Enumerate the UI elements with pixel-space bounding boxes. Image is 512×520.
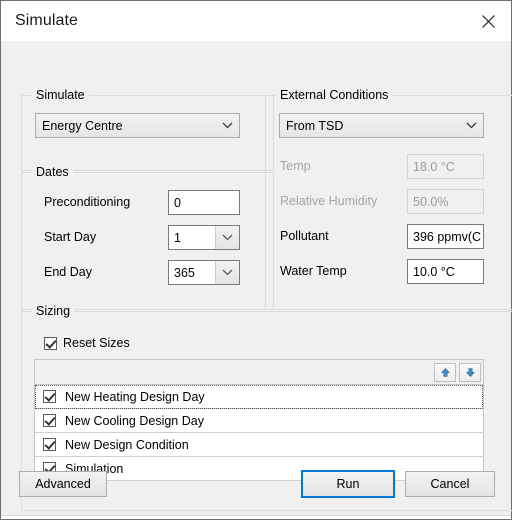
advanced-button[interactable]: Advanced — [19, 471, 107, 497]
list-item[interactable]: New Design Condition — [35, 433, 483, 457]
reset-sizes-checkbox-box — [44, 336, 57, 350]
simulate-target-combo[interactable]: Energy Centre — [35, 113, 240, 138]
relative-humidity-input: 50.0% — [407, 189, 484, 214]
chevron-down-icon — [215, 122, 239, 129]
sizing-group-title: Sizing — [32, 304, 75, 318]
preconditioning-input[interactable]: 0 — [168, 190, 240, 215]
water-temp-label: Water Temp — [280, 264, 347, 278]
start-day-value: 1 — [169, 226, 215, 249]
dialog-footer: Advanced Run Cancel — [1, 457, 511, 519]
pollutant-input[interactable]: 396 ppmv(C — [407, 224, 484, 249]
chevron-down-icon — [459, 122, 483, 129]
cancel-button[interactable]: Cancel — [405, 471, 495, 497]
dates-group: Dates Preconditioning 0 Start Day 1 End … — [21, 165, 274, 311]
simulate-target-value: Energy Centre — [42, 118, 123, 133]
dates-group-title: Dates — [32, 165, 73, 179]
list-item-checkbox[interactable] — [43, 390, 56, 403]
external-source-value: From TSD — [286, 118, 344, 133]
temp-input: 18.0 °C — [407, 154, 484, 179]
simulate-group-title: Simulate — [32, 88, 89, 102]
arrow-up-icon[interactable] — [434, 362, 456, 382]
simulate-group: Simulate Energy Centre — [21, 88, 274, 172]
start-day-combo[interactable]: 1 — [168, 225, 240, 250]
list-item-checkbox[interactable] — [43, 438, 56, 451]
window-title: Simulate — [15, 12, 79, 29]
simulate-dialog: Simulate Simulate Energy Centre Dates Pr… — [0, 0, 512, 520]
arrow-down-icon[interactable] — [459, 362, 481, 382]
window-bottom-edge — [1, 515, 511, 519]
chevron-down-icon[interactable] — [215, 261, 239, 284]
list-item-label: New Design Condition — [65, 437, 189, 452]
end-day-label: End Day — [44, 265, 92, 279]
external-conditions-group: External Conditions From TSD Temp 18.0 °… — [265, 88, 512, 311]
temp-label: Temp — [280, 159, 311, 173]
list-item-label: New Cooling Design Day — [65, 413, 204, 428]
water-temp-input[interactable]: 10.0 °C — [407, 259, 484, 284]
end-day-value: 365 — [169, 261, 215, 284]
title-bar: Simulate — [1, 1, 511, 41]
reset-sizes-label: Reset Sizes — [63, 336, 130, 350]
list-item[interactable]: New Heating Design Day — [35, 385, 483, 409]
list-item-label: New Heating Design Day — [65, 389, 205, 404]
close-icon[interactable] — [466, 1, 511, 41]
run-button[interactable]: Run — [301, 470, 395, 498]
list-item[interactable]: New Cooling Design Day — [35, 409, 483, 433]
list-item-checkbox[interactable] — [43, 414, 56, 427]
external-source-combo[interactable]: From TSD — [279, 113, 484, 138]
sizing-list-toolbar — [35, 360, 483, 385]
preconditioning-label: Preconditioning — [44, 195, 131, 209]
external-group-title: External Conditions — [276, 88, 393, 102]
dialog-body: Simulate Energy Centre Dates Preconditio… — [1, 41, 512, 519]
chevron-down-icon[interactable] — [215, 226, 239, 249]
end-day-combo[interactable]: 365 — [168, 260, 240, 285]
relative-humidity-label: Relative Humidity — [280, 194, 378, 208]
pollutant-label: Pollutant — [280, 229, 329, 243]
start-day-label: Start Day — [44, 230, 97, 244]
reset-sizes-checkbox[interactable]: Reset Sizes — [44, 336, 130, 350]
